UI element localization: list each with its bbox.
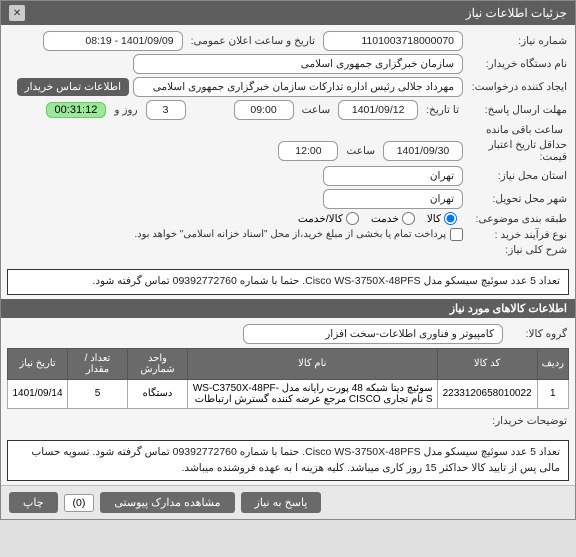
items-table: ردیف کد کالا نام کالا واحد شمارش تعداد /… bbox=[7, 348, 569, 409]
payment-checkbox[interactable] bbox=[450, 228, 463, 241]
req-city-value: تهران bbox=[323, 166, 463, 186]
deadline-hour: 09:00 bbox=[234, 100, 294, 120]
deliver-city-label: شهر محل تحویل: bbox=[467, 193, 567, 205]
cell-idx: 1 bbox=[537, 379, 568, 408]
countdown-timer: 00:31:12 bbox=[46, 102, 107, 118]
th-unit: واحد شمارش bbox=[128, 348, 188, 379]
creator-value: مهرداد جلالی رئیس اداره تدارکات سازمان خ… bbox=[133, 77, 463, 97]
org-value: سازمان خبرگزاری جمهوری اسلامی bbox=[133, 54, 463, 74]
req-no-value: 1101003718000070 bbox=[323, 31, 463, 51]
radio-both-input[interactable] bbox=[346, 212, 359, 225]
description-box: تعداد 5 عدد سوئیچ سیسکو مدل Cisco WS-375… bbox=[7, 269, 569, 295]
reply-button[interactable]: پاسخ به نیاز bbox=[241, 492, 322, 513]
spacer bbox=[190, 101, 230, 119]
buy-process-label: نوع فرآیند خرید : bbox=[467, 229, 567, 241]
category-radio-group: کالا خدمت کالا/خدمت bbox=[298, 212, 457, 225]
cell-code: 2233120658010022 bbox=[437, 379, 537, 408]
price-valid-label: حداقل تاریخ اعتبار قیمت: bbox=[467, 139, 567, 163]
category-label: طبقه بندی موضوعی: bbox=[467, 213, 567, 225]
section-items-header: اطلاعات کالاهای مورد نیاز bbox=[1, 299, 575, 318]
window: جزئیات اطلاعات نیاز ✕ شماره نیاز: 110100… bbox=[0, 0, 576, 520]
cell-name: سوئیچ دیتا شبکه 48 پورت رایانه مدل WS-C3… bbox=[188, 379, 438, 408]
print-button[interactable]: چاپ bbox=[9, 492, 58, 513]
footer: پاسخ به نیاز مشاهده مدارک پیوستی (0) چاپ bbox=[1, 485, 575, 519]
cell-date: 1401/09/14 bbox=[8, 379, 68, 408]
to-date-label: تا تاریخ: bbox=[426, 104, 459, 116]
payment-line: پرداخت تمام یا بخشی از مبلغ خرید،از محل … bbox=[9, 228, 463, 241]
table-row[interactable]: 1 2233120658010022 سوئیچ دیتا شبکه 48 پو… bbox=[8, 379, 569, 408]
req-city-label: استان محل نیاز: bbox=[467, 170, 567, 182]
deadline-date: 1401/09/12 bbox=[338, 100, 418, 120]
th-code: کد کالا bbox=[437, 348, 537, 379]
radio-goods-label: کالا bbox=[427, 213, 441, 225]
radio-service-label: خدمت bbox=[371, 213, 399, 225]
view-attachments-button[interactable]: مشاهده مدارک پیوستی bbox=[100, 492, 234, 513]
payment-note: پرداخت تمام یا بخشی از مبلغ خرید،از محل … bbox=[134, 229, 446, 240]
announce-label: تاریخ و ساعت اعلان عمومی: bbox=[191, 35, 315, 47]
form-area: شماره نیاز: 1101003718000070 تاریخ و ساع… bbox=[1, 25, 575, 265]
price-valid-hour: 12:00 bbox=[278, 141, 338, 161]
radio-goods[interactable]: کالا bbox=[427, 212, 457, 225]
th-date: تاریخ نیاز bbox=[8, 348, 68, 379]
req-no-label: شماره نیاز: bbox=[467, 35, 567, 47]
days-and-label: روز و bbox=[114, 104, 137, 116]
buyer-notes-label: توضیحات خریدار: bbox=[467, 415, 567, 427]
hour-label-2: ساعت bbox=[346, 145, 375, 157]
group-value: کامپیوتر و فناوری اطلاعات-سخت افزار bbox=[243, 324, 503, 344]
window-title: جزئیات اطلاعات نیاز bbox=[466, 6, 567, 20]
radio-goods-input[interactable] bbox=[444, 212, 457, 225]
days-value: 3 bbox=[146, 100, 186, 120]
close-icon[interactable]: ✕ bbox=[9, 5, 25, 21]
creator-label: ایجاد کننده درخواست: bbox=[467, 81, 567, 93]
radio-both[interactable]: کالا/خدمت bbox=[298, 212, 359, 225]
org-label: نام دستگاه خریدار: bbox=[467, 58, 567, 70]
th-name: نام کالا bbox=[188, 348, 438, 379]
th-row: ردیف bbox=[537, 348, 568, 379]
desc-label: شرح کلی نیاز: bbox=[467, 244, 567, 256]
deliver-city-value: تهران bbox=[323, 189, 463, 209]
radio-service[interactable]: خدمت bbox=[371, 212, 415, 225]
buyer-notes-box: تعداد 5 عدد سوئیچ سیسکو مدل Cisco WS-375… bbox=[7, 440, 569, 482]
cell-unit: دستگاه bbox=[128, 379, 188, 408]
attachment-count: (0) bbox=[64, 494, 95, 512]
contact-info-button[interactable]: اطلاعات تماس خریدار bbox=[17, 78, 129, 96]
th-qty: تعداد / مقدار bbox=[68, 348, 128, 379]
remaining-label: ساعت باقی مانده bbox=[486, 124, 563, 136]
hour-label-1: ساعت bbox=[302, 104, 331, 116]
reply-deadline-label: مهلت ارسال پاسخ: bbox=[467, 104, 567, 116]
price-valid-date: 1401/09/30 bbox=[383, 141, 463, 161]
titlebar: جزئیات اطلاعات نیاز ✕ bbox=[1, 1, 575, 25]
cell-qty: 5 bbox=[68, 379, 128, 408]
announce-value: 1401/09/09 - 08:19 bbox=[43, 31, 183, 51]
radio-both-label: کالا/خدمت bbox=[298, 213, 343, 225]
radio-service-input[interactable] bbox=[402, 212, 415, 225]
group-label: گروه کالا: bbox=[507, 328, 567, 340]
